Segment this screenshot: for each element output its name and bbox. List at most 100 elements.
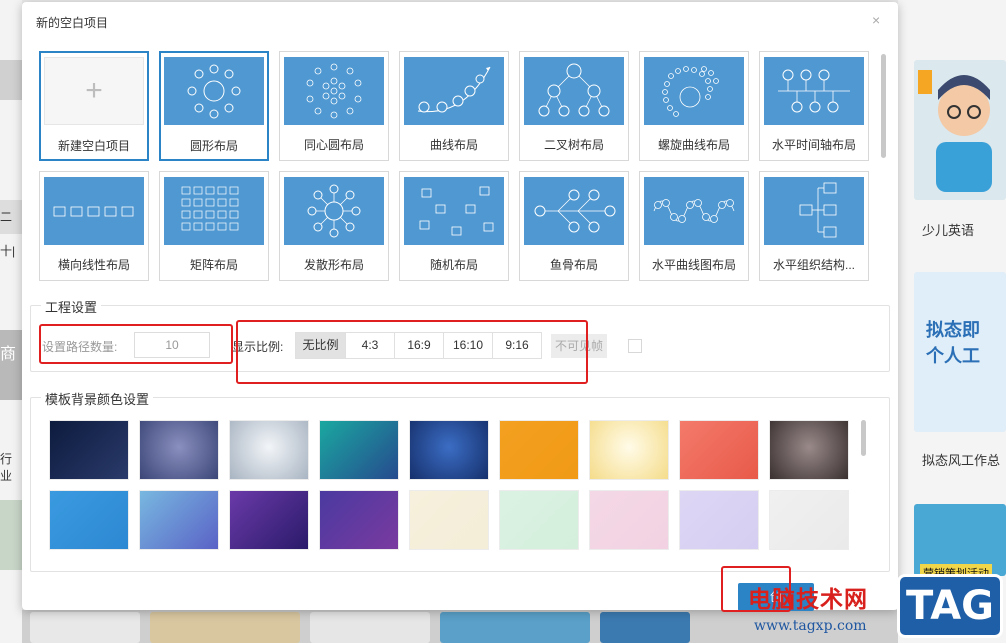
color-swatch[interactable]: [499, 420, 579, 480]
layout-thumb: [764, 57, 864, 125]
layout-card-fishbone[interactable]: 鱼骨布局: [519, 171, 629, 281]
color-swatch[interactable]: [769, 490, 849, 550]
color-swatch[interactable]: [589, 490, 669, 550]
ratio-none-button[interactable]: 无比例: [295, 332, 346, 359]
layout-label: 二叉树布局: [543, 138, 604, 152]
layout-card-radial[interactable]: 发散形布局: [279, 171, 389, 281]
color-swatch[interactable]: [499, 490, 579, 550]
layout-grid: + 新建空白项目 圆形布局 同心圆布局 曲线布局 二叉树布局 螺旋曲线布局 水平…: [39, 51, 871, 281]
timeline-layout-icon: [778, 69, 850, 113]
ratio-16-10-button[interactable]: 16:10: [443, 332, 493, 359]
layout-thumb: [164, 177, 264, 245]
color-swatch[interactable]: [589, 420, 669, 480]
color-swatch[interactable]: [679, 490, 759, 550]
cartoon-illustration-icon: [918, 70, 992, 192]
background-card-label: 少儿英语: [922, 223, 975, 238]
path-count-input[interactable]: 10: [134, 332, 210, 358]
layout-card-circle[interactable]: 圆形布局: [159, 51, 269, 161]
background-thumb: [150, 612, 300, 643]
layout-label: 随机布局: [429, 258, 478, 272]
color-swatch[interactable]: [409, 420, 489, 480]
background-left-text: 商: [0, 330, 22, 400]
layout-thumb: [404, 177, 504, 245]
matrix-layout-icon: [181, 186, 239, 231]
layout-label: 曲线布局: [429, 138, 478, 152]
color-swatch[interactable]: [409, 490, 489, 550]
layout-label: 矩阵布局: [189, 258, 238, 272]
color-swatch[interactable]: [229, 420, 309, 480]
color-swatch[interactable]: [319, 490, 399, 550]
color-swatch[interactable]: [229, 490, 309, 550]
background-thumb: [600, 612, 690, 643]
layout-thumb: [764, 177, 864, 245]
layout-thumb: [284, 57, 384, 125]
layout-thumb: [524, 57, 624, 125]
layout-card-wave[interactable]: 水平曲线图布局: [639, 171, 749, 281]
ratio-4-3-button[interactable]: 4:3: [345, 332, 395, 359]
layout-card-random[interactable]: 随机布局: [399, 171, 509, 281]
layout-thumb: [404, 57, 504, 125]
background-thumb: [440, 612, 590, 643]
layout-card-org[interactable]: 水平组织结构...: [759, 171, 869, 281]
path-count-label: 设置路径数量:: [42, 340, 118, 354]
background-left-text: 二十|: [0, 200, 22, 258]
random-layout-icon: [419, 186, 494, 236]
circle-layout-icon: [187, 64, 241, 119]
color-swatch[interactable]: [769, 420, 849, 480]
layout-card-concentric[interactable]: 同心圆布局: [279, 51, 389, 161]
background-thumb: [0, 500, 22, 570]
layout-label: 发散形布局: [303, 258, 364, 272]
layout-card-curve[interactable]: 曲线布局: [399, 51, 509, 161]
concentric-layout-icon: [306, 63, 362, 119]
tag-logo: TAG: [897, 574, 1003, 638]
layout-card-new-blank[interactable]: + 新建空白项目: [39, 51, 149, 161]
color-swatch[interactable]: [139, 490, 219, 550]
layout-label: 新建空白项目: [57, 139, 130, 153]
layout-card-spiral[interactable]: 螺旋曲线布局: [639, 51, 749, 161]
background-thumb: [310, 612, 430, 643]
layout-thumb: [164, 57, 264, 125]
new-blank-project-dialog: 新的空白项目 × + 新建空白项目 圆形布局 同心圆布局 曲线布局 二叉树布局 …: [22, 2, 898, 611]
layout-label: 水平组织结构...: [772, 258, 855, 272]
wave-layout-icon: [653, 199, 735, 223]
color-scrollbar[interactable]: [861, 420, 866, 456]
layout-label: 螺旋曲线布局: [657, 138, 730, 152]
color-swatch[interactable]: [139, 420, 219, 480]
close-icon[interactable]: ×: [872, 12, 880, 28]
invisible-frame-checkbox[interactable]: [628, 339, 642, 353]
layout-label: 水平时间轴布局: [771, 138, 856, 152]
org-layout-icon: [799, 182, 837, 238]
layout-label: 同心圆布局: [303, 138, 364, 152]
layout-card-matrix[interactable]: 矩阵布局: [159, 171, 269, 281]
watermark-url: www.tagxp.com: [754, 618, 867, 634]
color-swatch[interactable]: [679, 420, 759, 480]
fishbone-layout-icon: [534, 189, 616, 233]
color-swatch[interactable]: [49, 420, 129, 480]
layout-scrollbar[interactable]: [881, 54, 886, 158]
background-card-text: 拟态即: [926, 320, 980, 340]
layout-card-timeline[interactable]: 水平时间轴布局: [759, 51, 869, 161]
radial-layout-icon: [307, 184, 361, 238]
plus-icon: +: [85, 74, 103, 107]
layout-card-linear[interactable]: 横向线性布局: [39, 171, 149, 281]
spiral-layout-icon: [662, 66, 719, 117]
layout-thumb: [644, 57, 744, 125]
linear-layout-icon: [53, 206, 134, 217]
ratio-label: 显示比例:: [232, 340, 284, 354]
curve-layout-icon: [417, 66, 491, 113]
background-card-image: 营销策划活动: [914, 504, 1006, 576]
background-thumb: [30, 612, 140, 643]
layout-card-binary-tree[interactable]: 二叉树布局: [519, 51, 629, 161]
layout-thumb: [284, 177, 384, 245]
background-thumb: [0, 60, 22, 100]
background-left-text: 行业: [0, 452, 13, 483]
color-swatch[interactable]: [49, 490, 129, 550]
layout-label: 横向线性布局: [57, 258, 130, 272]
layout-thumb: [44, 177, 144, 245]
watermark-text: 电脑技术网: [748, 586, 868, 612]
ratio-9-16-button[interactable]: 9:16: [492, 332, 542, 359]
layout-label: 水平曲线图布局: [651, 258, 736, 272]
color-swatch[interactable]: [319, 420, 399, 480]
background-card-text: 个人工: [926, 346, 980, 366]
ratio-16-9-button[interactable]: 16:9: [394, 332, 444, 359]
